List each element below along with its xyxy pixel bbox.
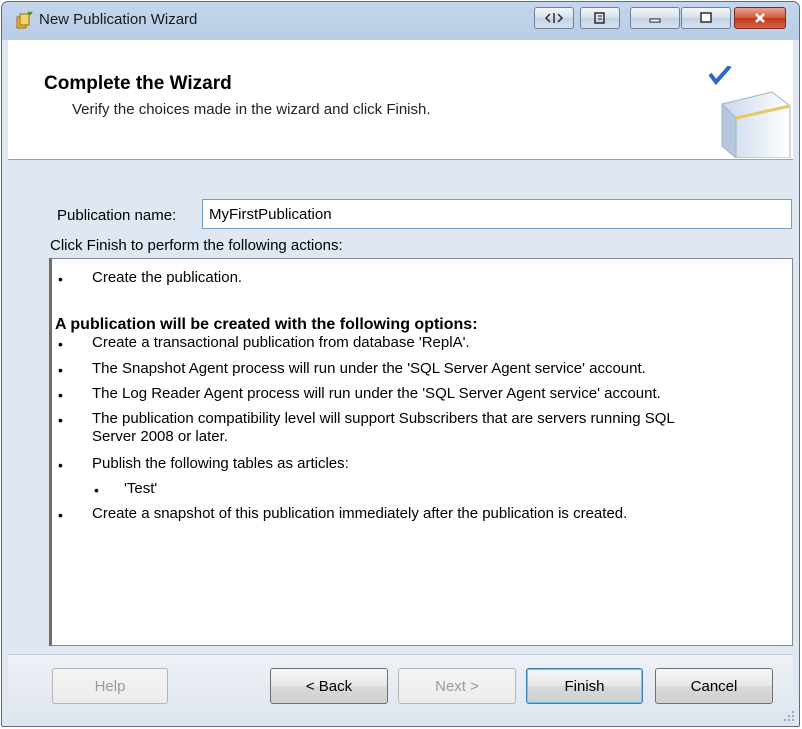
close-icon — [755, 13, 765, 23]
action-create-publication: Create the publication. — [92, 269, 243, 286]
publication-name-input[interactable] — [202, 199, 792, 229]
bullet-icon: • — [58, 387, 63, 403]
option-item: The publication compatibility level will… — [92, 410, 675, 427]
bullet-icon: • — [94, 482, 99, 498]
cancel-button[interactable]: Cancel — [655, 668, 773, 704]
option-item: Publish the following tables as articles… — [92, 455, 349, 472]
restore-window-button[interactable] — [580, 7, 620, 29]
maximize-button[interactable] — [681, 7, 731, 29]
option-item: Create a snapshot of this publication im… — [92, 505, 628, 522]
pin-icon — [545, 13, 563, 23]
bullet-icon: • — [58, 457, 63, 473]
back-button[interactable]: < Back — [270, 668, 388, 704]
title-bar[interactable]: New Publication Wizard — [2, 2, 799, 38]
pin-button[interactable] — [534, 7, 574, 29]
close-button[interactable] — [734, 7, 786, 29]
page-title: Complete the Wizard — [44, 73, 232, 94]
options-heading: A publication will be created with the f… — [55, 316, 478, 333]
page-subtitle: Verify the choices made in the wizard an… — [72, 101, 431, 118]
help-button[interactable]: Help — [52, 668, 168, 704]
next-button[interactable]: Next > — [398, 668, 516, 704]
finish-button[interactable]: Finish — [526, 668, 643, 704]
book-checkmark-icon — [708, 66, 791, 158]
restore-icon — [594, 12, 605, 24]
bullet-icon: • — [58, 362, 63, 378]
option-item-continued: Server 2008 or later. — [92, 428, 228, 445]
bullet-icon: • — [58, 507, 63, 523]
option-item: Create a transactional publication from … — [92, 334, 470, 351]
minimize-icon — [649, 18, 661, 23]
bullet-icon: • — [58, 412, 63, 428]
resize-grip-icon[interactable] — [783, 710, 795, 722]
bullet-icon: • — [58, 336, 63, 352]
option-item: The Snapshot Agent process will run unde… — [92, 360, 646, 377]
window-title: New Publication Wizard — [39, 11, 198, 28]
wizard-window: New Publication Wizard Complete the Wiza… — [1, 1, 800, 727]
maximize-icon — [700, 12, 712, 23]
wizard-app-icon — [16, 11, 33, 29]
option-item: The Log Reader Agent process will run un… — [92, 385, 661, 402]
instruction-text: Click Finish to perform the following ac… — [50, 237, 343, 254]
bullet-icon: • — [58, 271, 63, 287]
actions-summary-box[interactable]: • Create the publication. A publication … — [49, 258, 793, 646]
wizard-header — [8, 40, 793, 160]
article-item: 'Test' — [124, 480, 158, 497]
minimize-button[interactable] — [630, 7, 680, 29]
publication-name-label: Publication name: — [57, 207, 177, 224]
